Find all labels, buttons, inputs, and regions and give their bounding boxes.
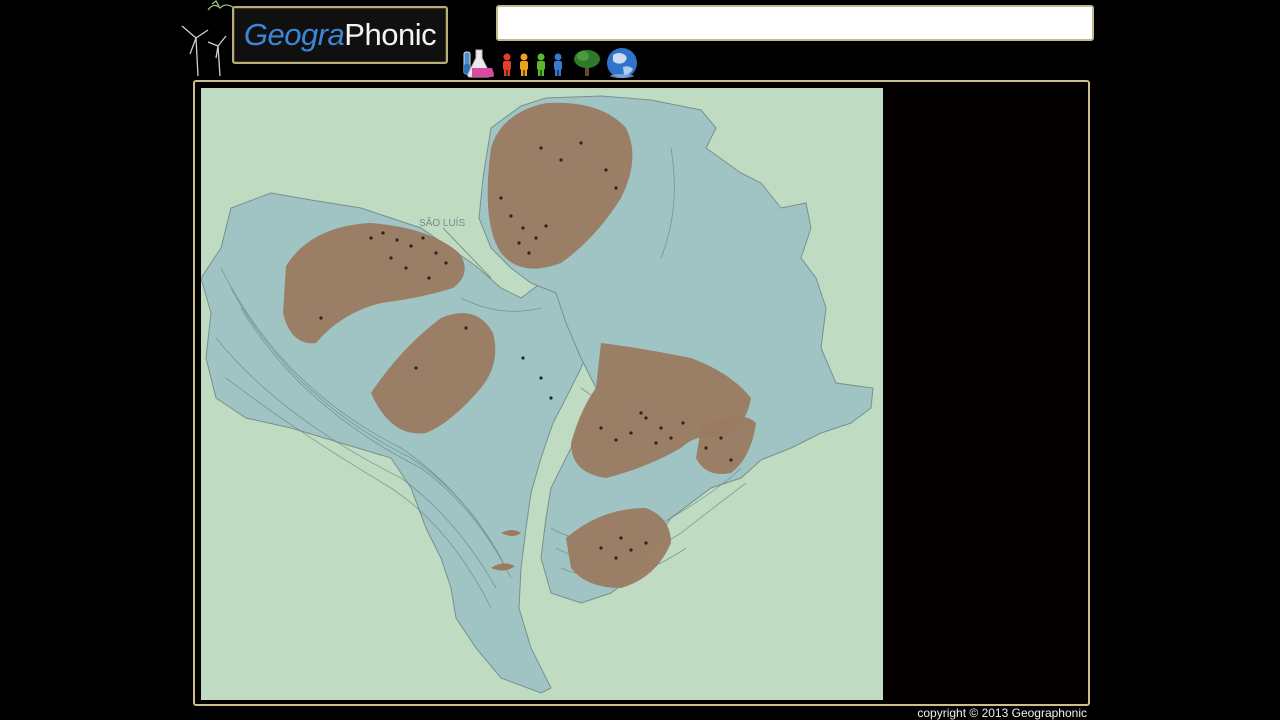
people-icon[interactable]: [498, 46, 570, 78]
logo-text-phonic: Phonic: [344, 17, 437, 52]
flask-icon[interactable]: [460, 46, 494, 78]
sao-luis-label: SÃO LUÍS: [419, 216, 465, 229]
tree-icon[interactable]: [572, 46, 602, 78]
globe-icon[interactable]: [603, 46, 641, 80]
content-frame: SÃO LUÍS: [193, 80, 1090, 706]
search-input[interactable]: [496, 5, 1094, 41]
gondwana-map: SÃO LUÍS: [201, 88, 883, 700]
copyright-text: copyright © 2013 Geographonic: [917, 706, 1087, 720]
logo-text-geogra: Geogra: [243, 17, 345, 52]
geographonic-logo[interactable]: Geogra Phonic: [232, 6, 448, 64]
windmill-icon: [181, 0, 235, 77]
map-slide: SÃO LUÍS: [201, 88, 883, 700]
